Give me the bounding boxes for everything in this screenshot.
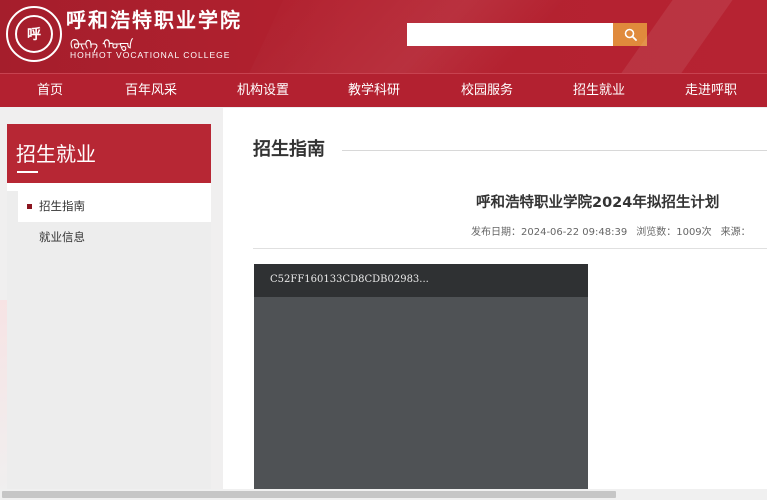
- nav-item-about[interactable]: 走进呼职: [685, 74, 737, 108]
- nav-item-admissions-employment[interactable]: 招生就业: [573, 74, 625, 108]
- site-header: 呼 呼和浩特职业学院 ᠬᠥᠬᠡ ᠬᠣᠲᠠ HOHHOT VOCATIONAL C…: [0, 0, 767, 73]
- sidebar-item-employment-info[interactable]: 就业信息: [18, 222, 211, 253]
- sidebar-title: 招生就业: [16, 142, 96, 166]
- video-player[interactable]: C52FF160133CD8CDB02983...: [254, 264, 588, 494]
- horizontal-scrollbar[interactable]: [0, 489, 767, 500]
- sidebar-title-underline: [17, 171, 38, 173]
- search-icon: [624, 28, 637, 41]
- nav-item-campus-services[interactable]: 校园服务: [461, 74, 513, 108]
- publish-date: 发布日期：2024-06-22 09:48:39: [471, 227, 628, 238]
- nav-item-history[interactable]: 百年风采: [125, 74, 177, 108]
- scrollbar-thumb[interactable]: [2, 491, 616, 498]
- main-content: 招生指南 呼和浩特职业学院2024年拟招生计划 发布日期：2024-06-22 …: [223, 108, 767, 494]
- background-decoration: [0, 300, 7, 490]
- sidebar: 招生就业 招生指南 就业信息: [7, 124, 211, 494]
- article-meta: 发布日期：2024-06-22 09:48:39 浏览数：1009次 来源：: [471, 223, 760, 238]
- nav-item-organization[interactable]: 机构设置: [237, 74, 289, 108]
- college-seal-logo[interactable]: 呼: [6, 6, 62, 62]
- search-input[interactable]: [407, 23, 613, 46]
- view-count: 浏览数：1009次: [636, 227, 712, 238]
- video-filename: C52FF160133CD8CDB02983...: [270, 274, 429, 285]
- nav-item-teaching-research[interactable]: 教学科研: [348, 74, 400, 108]
- nav-item-home[interactable]: 首页: [37, 74, 63, 108]
- sidebar-header: 招生就业: [7, 124, 211, 183]
- source: 来源：: [720, 227, 751, 238]
- college-name-english: HOHHOT VOCATIONAL COLLEGE: [70, 50, 231, 60]
- section-title: 招生指南: [253, 139, 325, 160]
- meta-divider: [253, 248, 767, 249]
- sidebar-item-label: 就业信息: [39, 230, 85, 244]
- main-nav: 首页 百年风采 机构设置 教学科研 校园服务 招生就业 走进呼职: [0, 73, 767, 107]
- sidebar-item-label: 招生指南: [39, 199, 85, 213]
- college-name-chinese[interactable]: 呼和浩特职业学院: [66, 4, 242, 33]
- article-title: 呼和浩特职业学院2024年拟招生计划: [476, 195, 720, 211]
- sidebar-item-admissions-guide[interactable]: 招生指南: [18, 191, 211, 222]
- bullet-icon: [27, 204, 32, 209]
- section-divider: [342, 150, 767, 151]
- search-button[interactable]: [613, 23, 647, 46]
- sidebar-menu: 招生指南 就业信息: [7, 191, 211, 494]
- video-title-bar: C52FF160133CD8CDB02983...: [254, 264, 588, 297]
- seal-center: 呼: [15, 15, 53, 53]
